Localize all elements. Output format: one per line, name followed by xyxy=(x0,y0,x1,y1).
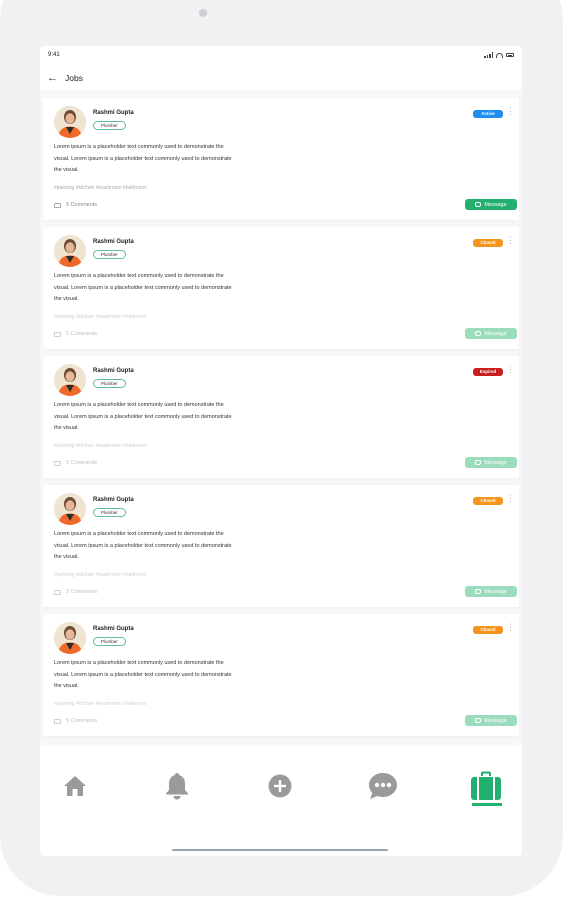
job-description: Lorem ipsum is a placeholder text common… xyxy=(54,273,232,302)
back-arrow-icon[interactable]: ← xyxy=(47,72,58,84)
comments-count: 5 Comments xyxy=(66,718,98,724)
worker-name: Rashmi Gupta xyxy=(93,497,134,503)
job-tags: #painting #kitchen #washroom #bathroom xyxy=(54,572,147,578)
avatar xyxy=(54,622,86,654)
comment-icon xyxy=(54,460,61,466)
app-header: ← Jobs xyxy=(40,66,522,90)
message-icon xyxy=(475,460,482,465)
battery-icon xyxy=(506,53,514,57)
camera-dot xyxy=(199,9,207,17)
job-tags: #painting #kitchen #washroom #bathroom xyxy=(54,185,147,191)
signal-icon xyxy=(484,52,493,58)
job-tags: #painting #kitchen #washroom #bathroom xyxy=(54,443,147,449)
chat-icon xyxy=(369,773,397,799)
avatar xyxy=(54,106,86,138)
message-icon xyxy=(475,331,482,336)
home-indicator xyxy=(172,849,388,851)
avatar xyxy=(54,364,86,396)
status-badge: Closed xyxy=(473,626,503,634)
message-icon xyxy=(475,589,482,594)
comments-link[interactable]: 5 Comments xyxy=(54,718,97,724)
comments-count: 5 Comments xyxy=(66,589,98,595)
more-options-icon[interactable]: ⋮ xyxy=(506,623,515,632)
message-icon xyxy=(475,718,482,723)
bell-icon xyxy=(166,773,188,800)
message-button[interactable]: Message xyxy=(465,199,517,210)
message-button[interactable]: Message xyxy=(465,715,517,726)
page-title: Jobs xyxy=(65,73,83,83)
message-icon xyxy=(475,202,482,207)
job-description: Lorem ipsum is a placeholder text common… xyxy=(54,660,232,689)
message-button[interactable]: Message xyxy=(465,328,517,339)
avatar xyxy=(54,493,86,525)
job-card[interactable]: Rashmi Gupta Plumber Expired ⋮ Lorem ips… xyxy=(43,356,519,478)
job-description: Lorem ipsum is a placeholder text common… xyxy=(54,144,232,173)
nav-notifications[interactable] xyxy=(147,766,207,806)
message-button[interactable]: Message xyxy=(465,457,517,468)
job-card[interactable]: Rashmi Gupta Plumber Closed ⋮ Lorem ipsu… xyxy=(43,614,519,736)
message-label: Message xyxy=(484,201,507,208)
nav-home[interactable] xyxy=(45,766,105,806)
active-tab-indicator xyxy=(472,803,502,806)
comments-link[interactable]: 5 Comments xyxy=(54,460,97,466)
comment-icon xyxy=(54,202,61,208)
comments-link[interactable]: 5 Comments xyxy=(54,331,97,337)
job-tags: #painting #kitchen #washroom #bathroom xyxy=(54,314,147,320)
role-badge: Plumber xyxy=(93,508,126,517)
comments-link[interactable]: 5 Comments xyxy=(54,589,97,595)
nav-messages[interactable] xyxy=(353,766,413,806)
role-badge: Plumber xyxy=(93,379,126,388)
more-options-icon[interactable]: ⋮ xyxy=(506,365,515,374)
avatar xyxy=(54,235,86,267)
status-badge: Closed xyxy=(473,497,503,505)
comment-icon xyxy=(54,589,61,595)
comment-icon xyxy=(54,331,61,337)
comments-count: 5 Comments xyxy=(66,460,98,466)
nav-jobs[interactable] xyxy=(456,766,516,806)
comments-count: 5 Comments xyxy=(66,331,98,337)
status-badge: Closed xyxy=(473,239,503,247)
message-button[interactable]: Message xyxy=(465,586,517,597)
worker-name: Rashmi Gupta xyxy=(93,239,134,245)
plus-circle-icon xyxy=(268,774,292,798)
app-screen: 9:41 ← Jobs Rashmi Gupta Plumber Active … xyxy=(40,46,522,856)
home-icon xyxy=(64,776,86,796)
nav-add[interactable] xyxy=(250,766,310,806)
briefcase-icon xyxy=(471,771,501,800)
job-card[interactable]: Rashmi Gupta Plumber Closed ⋮ Lorem ipsu… xyxy=(43,227,519,349)
worker-name: Rashmi Gupta xyxy=(93,110,134,116)
status-time: 9:41 xyxy=(48,52,60,58)
job-card[interactable]: Rashmi Gupta Plumber Closed ⋮ Lorem ipsu… xyxy=(43,485,519,607)
message-label: Message xyxy=(484,588,507,595)
message-label: Message xyxy=(484,459,507,466)
more-options-icon[interactable]: ⋮ xyxy=(506,107,515,116)
worker-name: Rashmi Gupta xyxy=(93,368,134,374)
role-badge: Plumber xyxy=(93,121,126,130)
message-label: Message xyxy=(484,330,507,337)
status-badge: Active xyxy=(473,110,503,118)
more-options-icon[interactable]: ⋮ xyxy=(506,236,515,245)
bottom-nav xyxy=(40,746,522,856)
role-badge: Plumber xyxy=(93,637,126,646)
job-card[interactable]: Rashmi Gupta Plumber Active ⋮ Lorem ipsu… xyxy=(43,98,519,220)
worker-name: Rashmi Gupta xyxy=(93,626,134,632)
job-description: Lorem ipsum is a placeholder text common… xyxy=(54,531,232,560)
job-tags: #painting #kitchen #washroom #bathroom xyxy=(54,701,147,707)
status-bar: 9:41 xyxy=(40,46,522,66)
wifi-icon xyxy=(496,52,503,58)
role-badge: Plumber xyxy=(93,250,126,259)
status-icons xyxy=(484,52,514,58)
more-options-icon[interactable]: ⋮ xyxy=(506,494,515,503)
comments-link[interactable]: 5 Comments xyxy=(54,202,97,208)
status-badge: Expired xyxy=(473,368,503,376)
message-label: Message xyxy=(484,717,507,724)
job-description: Lorem ipsum is a placeholder text common… xyxy=(54,402,232,431)
comment-icon xyxy=(54,718,61,724)
comments-count: 5 Comments xyxy=(66,202,98,208)
